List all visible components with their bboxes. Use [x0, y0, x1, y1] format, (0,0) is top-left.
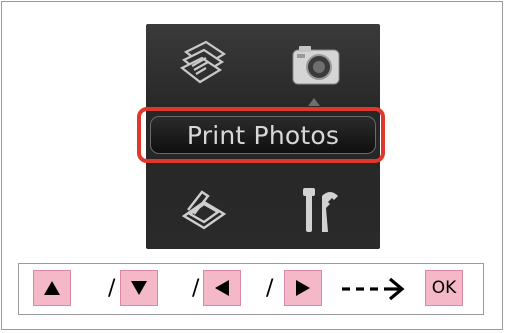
down-arrow-icon	[131, 281, 147, 295]
up-key[interactable]	[33, 270, 71, 306]
right-arrow-icon	[296, 280, 310, 296]
ok-key[interactable]: OK	[425, 270, 463, 306]
copy-icon[interactable]	[176, 38, 234, 92]
menu-item-print-photos[interactable]: Print Photos	[150, 116, 376, 154]
setup-icon[interactable]	[296, 186, 346, 238]
selection-pointer	[308, 98, 320, 106]
separator-1: /	[108, 276, 116, 301]
separator-3: /	[266, 276, 274, 301]
up-arrow-icon	[44, 281, 60, 295]
left-arrow-icon	[215, 280, 229, 296]
scan-icon[interactable]	[178, 186, 232, 236]
camera-icon[interactable]	[289, 40, 343, 88]
separator-2: /	[192, 276, 200, 301]
down-key[interactable]	[120, 270, 158, 306]
right-key[interactable]	[284, 270, 322, 306]
left-key[interactable]	[203, 270, 241, 306]
then-arrow-icon	[342, 277, 405, 301]
